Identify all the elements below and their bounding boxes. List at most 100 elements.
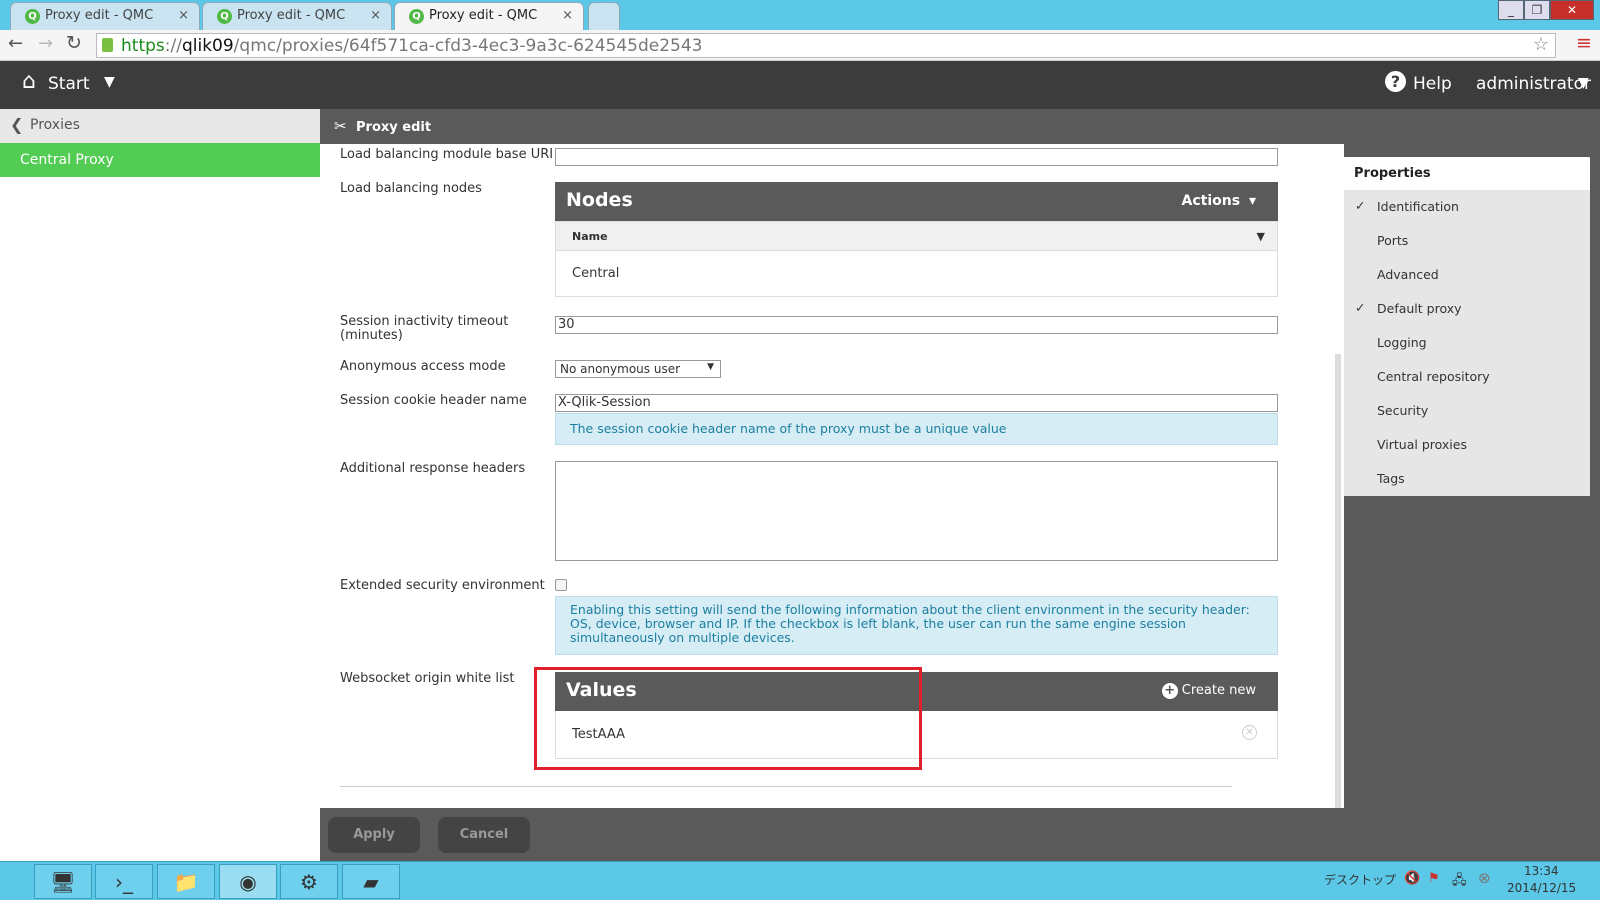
clock-time[interactable]: 13:34 — [1524, 864, 1559, 878]
url-path: /qmc/proxies/64f571ca-cfd3-4ec3-9a3c-624… — [233, 36, 703, 56]
page-title: Proxy edit — [356, 120, 432, 135]
sidebar: ❮ Proxies Central Proxy — [0, 109, 320, 861]
tab-title: Proxy edit - QMC — [45, 8, 154, 23]
url-host: qlik09 — [181, 36, 234, 56]
taskbar: 🖥 ›_ 📁 ◉ ⚙ ▰ デスクトップ 🔇 ⚑ 🖧 ⊗ 13:34 2014/1… — [0, 861, 1600, 900]
reload-icon[interactable]: ↻ — [66, 32, 82, 54]
remove-icon[interactable]: ✕ — [1242, 725, 1257, 740]
sidebar-item-central-proxy[interactable]: Central Proxy — [0, 143, 320, 177]
dropdown-arrow-icon: ▼ — [707, 362, 714, 372]
url-input[interactable]: https://qlik09/qmc/proxies/64f571ca-cfd3… — [96, 33, 1556, 58]
prop-central-repository[interactable]: Central repository — [1344, 360, 1590, 394]
app-icon[interactable]: ▰ — [342, 864, 400, 899]
help-icon[interactable]: ? — [1385, 71, 1406, 92]
prop-label: Default proxy — [1377, 301, 1462, 316]
prop-label: Tags — [1377, 471, 1405, 486]
proxy-edit-form: Load balancing module base URI Load bala… — [320, 144, 1344, 808]
back-icon[interactable]: ← — [8, 33, 23, 54]
prop-label: Central repository — [1377, 369, 1490, 384]
lb-uri-label: Load balancing module base URI — [340, 147, 554, 162]
prop-security[interactable]: Security — [1344, 394, 1590, 428]
prop-label: Advanced — [1377, 267, 1439, 282]
actions-label: Actions — [1181, 193, 1241, 209]
settings-gear-icon[interactable]: ⚙ — [280, 864, 338, 899]
file-explorer-icon[interactable]: 📁 — [157, 864, 215, 899]
cookie-input[interactable]: X-Qlik-Session — [555, 394, 1278, 412]
prop-label: Ports — [1377, 233, 1409, 248]
nodes-column-header-name[interactable]: Name ▼ — [555, 221, 1278, 251]
new-tab-button[interactable] — [588, 2, 620, 30]
nodes-panel-header: Nodes Actions ▾ — [555, 182, 1278, 221]
scrollbar[interactable] — [1335, 354, 1341, 808]
chevron-down-icon[interactable]: ▼ — [104, 74, 115, 90]
ext-info: Enabling this setting will send the foll… — [555, 596, 1278, 655]
powershell-icon[interactable]: ›_ — [95, 864, 153, 899]
create-new-label: Create new — [1181, 683, 1256, 698]
properties-panel: Properties ✓ Identification Ports Advance… — [1344, 157, 1590, 496]
home-icon[interactable]: ⌂ — [22, 69, 36, 94]
qlik-favicon-icon: Q — [217, 9, 232, 24]
highlight-box — [534, 667, 922, 770]
chevron-down-icon[interactable]: ▼ — [1578, 75, 1589, 91]
close-tab-icon[interactable]: × — [370, 8, 381, 23]
lock-icon — [102, 38, 113, 52]
properties-title: Properties — [1344, 157, 1590, 190]
create-new-button[interactable]: + Create new — [1161, 683, 1256, 699]
cookie-label: Session cookie header name — [340, 393, 527, 408]
prop-label: Virtual proxies — [1377, 437, 1467, 452]
subheader: ✂ Proxy edit — [320, 109, 1600, 144]
lb-uri-input[interactable] — [555, 148, 1278, 166]
prop-ports[interactable]: Ports — [1344, 224, 1590, 258]
clock-date[interactable]: 2014/12/15 — [1507, 881, 1576, 895]
close-window-icon[interactable]: ✕ — [1550, 0, 1594, 20]
apply-button[interactable]: Apply — [328, 817, 420, 853]
column-name-label: Name — [572, 230, 608, 243]
cancel-button[interactable]: Cancel — [438, 817, 530, 853]
divider — [340, 786, 1232, 787]
flag-icon[interactable]: ⚑ — [1428, 871, 1440, 886]
volume-muted-icon[interactable]: 🔇 — [1404, 871, 1420, 886]
anon-mode-select[interactable]: No anonymous user ▼ — [555, 360, 721, 378]
close-tab-icon[interactable]: × — [562, 8, 573, 23]
desktop-toolbar[interactable]: デスクトップ — [1324, 871, 1396, 888]
timeout-input[interactable]: 30 — [555, 316, 1278, 334]
browser-tab[interactable]: Q Proxy edit - QMC × — [10, 2, 200, 30]
actions-menu[interactable]: Actions ▾ — [1182, 193, 1256, 209]
forward-icon[interactable]: → — [38, 33, 53, 54]
menu-icon[interactable]: ≡ — [1576, 32, 1592, 54]
table-row[interactable]: Central — [555, 251, 1278, 297]
restore-icon[interactable]: ❐ — [1524, 0, 1550, 20]
tools-icon: ✂ — [334, 117, 347, 135]
browser-tab[interactable]: Q Proxy edit - QMC × — [202, 2, 392, 30]
ext-checkbox[interactable] — [555, 579, 567, 591]
minimize-icon[interactable]: _ — [1498, 0, 1524, 20]
prop-label: Logging — [1377, 335, 1427, 350]
timeout-label: Session inactivity timeout (minutes) — [340, 314, 509, 343]
prop-label: Identification — [1377, 199, 1459, 214]
prop-tags[interactable]: Tags — [1344, 462, 1590, 496]
user-menu[interactable]: administrator — [1476, 74, 1591, 94]
prop-default-proxy[interactable]: ✓ Default proxy — [1344, 292, 1590, 326]
tab-title: Proxy edit - QMC — [429, 8, 538, 23]
close-tab-icon[interactable]: × — [178, 8, 189, 23]
prop-identification[interactable]: ✓ Identification — [1344, 190, 1590, 224]
check-icon: ✓ — [1355, 198, 1366, 213]
help-link[interactable]: Help — [1413, 74, 1452, 94]
server-manager-icon[interactable]: 🖥 — [34, 864, 92, 899]
sort-chevron-icon[interactable]: ▼ — [1257, 230, 1265, 243]
lb-nodes-label: Load balancing nodes — [340, 181, 482, 196]
back-label: Proxies — [30, 117, 80, 133]
headers-textarea[interactable] — [555, 461, 1278, 561]
chrome-icon[interactable]: ◉ — [219, 864, 277, 899]
start-menu[interactable]: Start — [48, 74, 90, 94]
bookmark-star-icon[interactable]: ☆ — [1533, 34, 1549, 55]
network-icon[interactable]: 🖧 — [1452, 871, 1467, 893]
back-to-proxies[interactable]: ❮ Proxies — [0, 109, 320, 143]
browser-tab-active[interactable]: Q Proxy edit - QMC × — [394, 2, 584, 30]
close-circle-icon[interactable]: ⊗ — [1478, 869, 1491, 887]
prop-advanced[interactable]: Advanced — [1344, 258, 1590, 292]
prop-virtual-proxies[interactable]: Virtual proxies — [1344, 428, 1590, 462]
prop-logging[interactable]: Logging — [1344, 326, 1590, 360]
app-header: ⌂ Start ▼ ? Help administrator ▼ — [0, 61, 1600, 109]
node-name: Central — [572, 266, 620, 281]
